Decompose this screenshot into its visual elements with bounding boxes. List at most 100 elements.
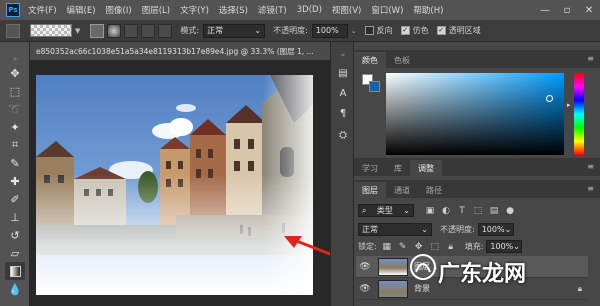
tab-adjustments[interactable]: 调整 [410, 160, 442, 176]
maximize-button[interactable]: ▫ [556, 0, 578, 20]
smart-object-filter-icon[interactable]: ▤ [488, 205, 500, 217]
collapse-arrows-icon[interactable]: « [336, 48, 350, 62]
adjustments-panel-tabs: 学习 库 调整 ≡ [354, 158, 600, 176]
color-picker-cursor[interactable] [546, 95, 553, 102]
clone-stamp-tool-icon[interactable]: ⊥ [5, 208, 25, 226]
minimize-button[interactable]: — [534, 0, 556, 20]
adjustment-filter-icon[interactable]: ◐ [440, 205, 452, 217]
menu-file[interactable]: 文件(F) [28, 4, 57, 16]
menu-image[interactable]: 图像(I) [106, 4, 132, 16]
dither-checkbox[interactable]: ✓ [400, 26, 410, 35]
mode-select[interactable]: 正常 ⌄ [203, 23, 266, 38]
gradient-tool-icon[interactable] [5, 262, 25, 280]
history-brush-tool-icon[interactable]: ↺ [5, 226, 25, 244]
brush-tool-icon[interactable]: ✐ [5, 190, 25, 208]
transparency-checkbox[interactable]: ✓ [436, 26, 446, 35]
photoshop-logo: Ps [6, 3, 20, 17]
chevron-down-icon[interactable]: ⌄ [351, 27, 357, 35]
tab-layers[interactable]: 图层 [354, 182, 386, 198]
menu-layer[interactable]: 图层(L) [142, 4, 170, 16]
reflected-gradient-button[interactable] [141, 23, 156, 38]
tab-libraries[interactable]: 库 [386, 160, 410, 176]
radial-gradient-button[interactable] [107, 23, 122, 38]
document-tab-bar: e850352ac66c1038e51a5a34e8119313b17e89e4… [30, 42, 330, 60]
tab-learn[interactable]: 学习 [354, 160, 386, 176]
move-tool-icon[interactable]: ✥ [5, 64, 25, 82]
lasso-tool-icon[interactable]: ➰ [5, 100, 25, 118]
layer-filter-select[interactable]: ⌕ 类型 ⌄ [358, 204, 414, 217]
blend-mode-select[interactable]: 正常 ⌄ [358, 223, 432, 236]
shape-filter-icon[interactable]: ⬚ [472, 205, 484, 217]
tab-swatches[interactable]: 色板 [386, 52, 418, 68]
healing-brush-tool-icon[interactable]: ✚ [5, 172, 25, 190]
lock-position-icon[interactable]: ✥ [413, 241, 425, 253]
blend-mode-row: 正常 ⌄ 不透明度: 100% ⌄ [358, 221, 514, 238]
layer-opacity-input[interactable]: 100% ⌄ [477, 223, 514, 236]
lock-transparent-icon[interactable]: ▦ [381, 241, 393, 253]
lock-all-icon[interactable]: 🔒︎ [445, 241, 457, 253]
layer-filter-value: 类型 [376, 206, 393, 215]
magic-wand-tool-icon[interactable]: ✦ [5, 118, 25, 136]
eye-icon[interactable]: 👁︎ [358, 284, 372, 294]
close-button[interactable]: ✕ [578, 0, 600, 20]
watermark-logo-icon [410, 254, 436, 280]
menu-select[interactable]: 选择(S) [219, 4, 248, 16]
hue-slider[interactable] [574, 73, 584, 155]
menu-bar: Ps 文件(F) 编辑(E) 图像(I) 图层(L) 文字(Y) 选择(S) 滤… [0, 0, 600, 20]
angle-gradient-button[interactable] [124, 23, 139, 38]
menu-help[interactable]: 帮助(H) [413, 4, 443, 16]
linear-gradient-button[interactable] [90, 23, 105, 38]
menu-type[interactable]: 文字(Y) [180, 4, 209, 16]
menu-window[interactable]: 窗口(W) [371, 4, 403, 16]
eye-icon[interactable]: 👁︎ [358, 262, 372, 272]
paragraph-icon[interactable]: ¶ [336, 106, 350, 120]
opacity-label: 不透明度: [273, 26, 308, 35]
blur-tool-icon[interactable]: 💧 [5, 280, 25, 298]
layer-name[interactable]: 背景 [414, 283, 430, 294]
history-icon[interactable]: ▤ [336, 66, 350, 80]
type-filter-icon[interactable]: T [456, 205, 468, 217]
menu-edit[interactable]: 编辑(E) [67, 4, 96, 16]
fill-input[interactable]: 100% ⌄ [486, 240, 523, 253]
gradient-tool-preset-icon[interactable] [6, 23, 20, 38]
gradient-preview-swatch[interactable] [30, 24, 72, 37]
filter-toggle-icon[interactable]: ● [504, 205, 516, 217]
fill-value: 100% [490, 242, 514, 251]
eraser-tool-icon[interactable]: ▱ [5, 244, 25, 262]
hue-slider-handle-icon[interactable]: ▸ [567, 101, 571, 109]
color-picker-field[interactable] [386, 73, 564, 155]
lock-image-icon[interactable]: ✎ [397, 241, 409, 253]
panel-menu-icon[interactable]: ≡ [587, 184, 594, 193]
lock-artboard-icon[interactable]: ⬚ [429, 241, 441, 253]
options-bar: ▼ 模式: 正常 ⌄ 不透明度: 100% ⌄ 反向 ✓ 仿色 ✓ 透明区域 [0, 20, 600, 42]
reverse-checkbox[interactable] [364, 26, 374, 35]
menu-3d[interactable]: 3D(D) [297, 5, 322, 15]
menu-filter[interactable]: 滤镜(T) [258, 4, 287, 16]
collapsed-panels-strip: « ▤ A ¶ ⛭ [330, 42, 354, 306]
properties-icon[interactable]: ⛭ [336, 128, 350, 142]
panel-menu-icon[interactable]: ≡ [587, 54, 594, 63]
document-canvas-image[interactable] [36, 75, 313, 295]
tab-paths[interactable]: 路径 [418, 182, 450, 198]
document-tab[interactable]: e850352ac66c1038e51a5a34e8119313b17e89e4… [30, 42, 330, 60]
marquee-tool-icon[interactable]: ⬚ [5, 82, 25, 100]
layer-filter-row: ⌕ 类型 ⌄ ▣ ◐ T ⬚ ▤ ● [358, 202, 516, 219]
crop-tool-icon[interactable]: ⌗ [5, 136, 25, 154]
menu-view[interactable]: 视图(V) [332, 4, 361, 16]
image-filter-icon[interactable]: ▣ [424, 205, 436, 217]
background-color-swatch[interactable] [369, 81, 380, 92]
reverse-label: 反向 [376, 26, 393, 35]
character-icon[interactable]: A [336, 86, 350, 100]
street-scene-image [36, 75, 313, 295]
chevron-down-icon[interactable]: ▼ [75, 27, 80, 35]
document-tab-title: e850352ac66c1038e51a5a34e8119313b17e89e4… [36, 47, 314, 56]
eyedropper-tool-icon[interactable]: ✎ [5, 154, 25, 172]
tools-panel: » ✥ ⬚ ➰ ✦ ⌗ ✎ ✚ ✐ ⊥ ↺ ▱ 💧 [0, 42, 30, 306]
tab-channels[interactable]: 通道 [386, 182, 418, 198]
panel-menu-icon[interactable]: ≡ [587, 162, 594, 171]
opacity-input[interactable]: 100% [311, 23, 348, 38]
diamond-gradient-button[interactable] [158, 23, 173, 38]
tab-color[interactable]: 颜色 [354, 52, 386, 68]
fill-label: 填充: [464, 242, 484, 251]
layers-panel-tabs: 图层 通道 路径 ≡ [354, 180, 600, 198]
